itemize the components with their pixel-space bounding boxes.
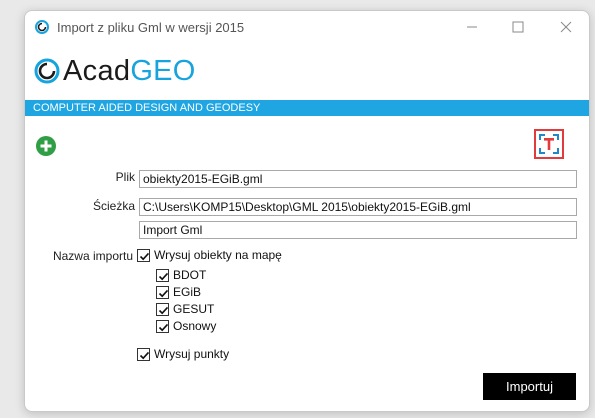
egib-checkbox-row[interactable]: EGiB	[156, 285, 201, 299]
osnowy-checkbox[interactable]	[156, 319, 169, 333]
checkmark-icon	[158, 272, 169, 280]
logo-mark-icon	[34, 58, 60, 84]
bdot-label: BDOT	[173, 268, 207, 282]
tagline-banner: COMPUTER AIDED DESIGN AND GEODESY	[25, 100, 589, 116]
checkmark-icon	[139, 252, 150, 260]
import-button[interactable]: Importuj	[483, 373, 576, 400]
maximize-icon[interactable]	[503, 17, 533, 37]
checkmark-icon	[158, 323, 169, 331]
gesut-checkbox[interactable]	[156, 302, 169, 316]
draw-objects-checkbox[interactable]	[137, 248, 150, 262]
import-name-label: Nazwa importu	[52, 249, 133, 263]
logo-text-geo: GEO	[130, 55, 196, 87]
logo-text-acad: Acad	[63, 55, 131, 87]
acadgeo-logo: AcadGEO	[34, 53, 196, 89]
bdot-checkbox-row[interactable]: BDOT	[156, 268, 206, 282]
gesut-label: GESUT	[173, 302, 215, 316]
osnowy-checkbox-row[interactable]: Osnowy	[156, 319, 216, 333]
egib-label: EGiB	[173, 285, 202, 299]
path-input[interactable]	[139, 198, 577, 216]
draw-points-label: Wrysuj punkty	[154, 347, 230, 361]
text-tool-button[interactable]	[534, 129, 564, 159]
draw-points-checkbox[interactable]	[137, 347, 150, 361]
title-bar: Import z pliku Gml w wersji 2015	[25, 11, 589, 43]
draw-objects-checkbox-row[interactable]: Wrysuj obiekty na mapę	[137, 248, 282, 262]
draw-points-checkbox-row[interactable]: Wrysuj punkty	[137, 347, 229, 361]
checkmark-icon	[158, 306, 169, 314]
bdot-checkbox[interactable]	[156, 268, 169, 282]
path-label: Ścieżka	[92, 199, 135, 213]
egib-checkbox[interactable]	[156, 285, 169, 299]
logo-text: AcadGEO	[63, 53, 196, 89]
app-icon	[35, 20, 49, 34]
add-plus-icon[interactable]	[36, 136, 56, 156]
osnowy-label: Osnowy	[173, 319, 217, 333]
file-label: Plik	[115, 170, 135, 184]
import-dialog: Import z pliku Gml w wersji 2015 AcadGEO…	[24, 10, 590, 412]
checkmark-icon	[158, 289, 169, 297]
draw-objects-label: Wrysuj obiekty na mapę	[154, 248, 282, 262]
text-frame-icon	[539, 134, 559, 154]
window-title: Import z pliku Gml w wersji 2015	[57, 20, 245, 35]
file-input[interactable]	[139, 170, 577, 188]
gesut-checkbox-row[interactable]: GESUT	[156, 302, 214, 316]
import-name-input[interactable]	[139, 221, 577, 239]
close-icon[interactable]	[551, 17, 581, 37]
minimize-icon[interactable]	[457, 17, 487, 37]
checkmark-icon	[139, 351, 150, 359]
